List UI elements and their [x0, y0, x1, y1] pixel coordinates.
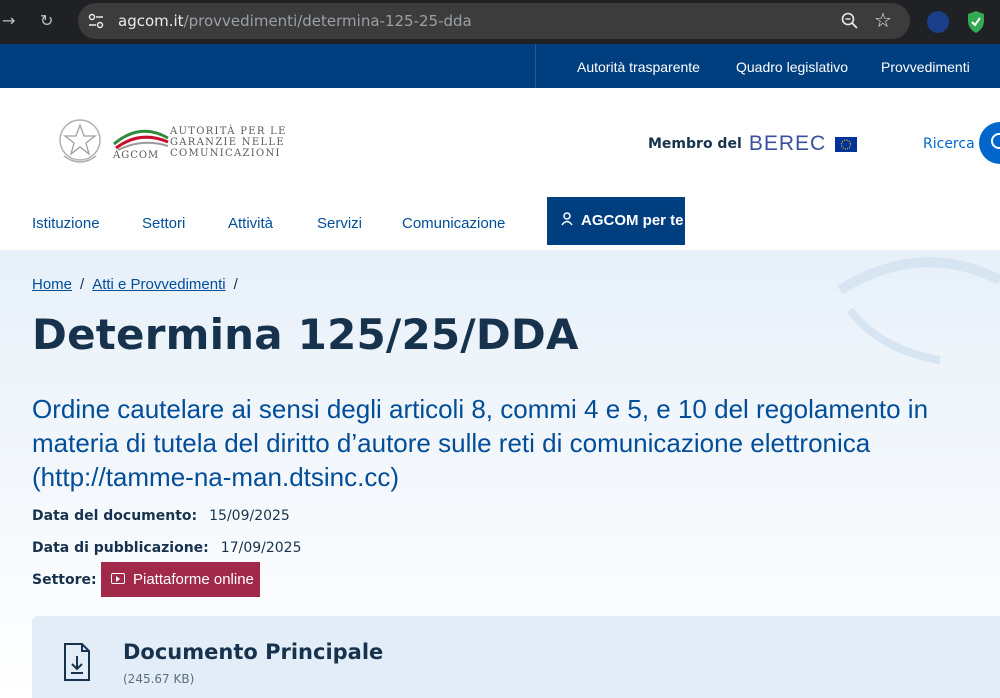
url-path: /provvedimenti/determina-125-25-dda	[183, 12, 472, 30]
page-subtitle: Ordine cautelare ai sensi degli articoli…	[32, 394, 929, 492]
url-host: agcom.it	[118, 12, 184, 30]
agcom-per-te-label: AGCOM per te	[581, 212, 684, 229]
publication-date-value: 17/09/2025	[220, 540, 302, 556]
site-header: AUTORITÀ PER LE GARANZIE NELLE COMUNICAZ…	[0, 88, 1000, 192]
link-autorita-trasparente[interactable]: Autorità trasparente	[577, 59, 700, 75]
agcom-logo-text[interactable]: AUTORITÀ PER LE GARANZIE NELLE COMUNICAZ…	[170, 126, 287, 159]
document-title[interactable]: Documento Principale	[123, 640, 383, 664]
nav-item-attivita[interactable]: Attività	[228, 215, 273, 232]
logo-line-2: GARANZIE NELLE	[170, 137, 285, 148]
browser-toolbar: → ↻ agcom.it/provvedimenti/determina-125…	[0, 0, 1000, 44]
address-bar[interactable]: agcom.it/provvedimenti/determina-125-25-…	[78, 3, 910, 39]
link-quadro-legislativo[interactable]: Quadro legislativo	[736, 59, 848, 75]
url-text: agcom.it/provvedimenti/determina-125-25-…	[118, 12, 472, 30]
logo-line-3: COMUNICAZIONI	[170, 148, 281, 159]
document-size: (245.67 KB)	[123, 672, 195, 686]
page-title: Determina 125/25/DDA	[32, 310, 579, 359]
berec-membership[interactable]: Membro del BEREC	[648, 132, 858, 156]
main-document-card[interactable]: Documento Principale (245.67 KB)	[32, 616, 1000, 698]
video-play-icon	[111, 573, 125, 584]
shield-extension-icon[interactable]	[966, 10, 986, 34]
nav-item-comunicazione[interactable]: Comunicazione	[402, 215, 505, 232]
breadcrumb: Home / Atti e Provvedimenti /	[32, 276, 246, 293]
eu-extension-icon[interactable]	[927, 11, 949, 33]
italian-republic-emblem-icon	[59, 119, 101, 163]
breadcrumb-separator: /	[233, 276, 238, 293]
agcom-per-te-button[interactable]: AGCOM per te	[547, 197, 685, 245]
document-download-icon[interactable]	[62, 642, 92, 682]
document-date-value: 15/09/2025	[209, 508, 290, 524]
link-provvedimenti[interactable]: Provvedimenti	[881, 59, 970, 75]
sector-badge-label: Piattaforme online	[133, 571, 254, 588]
eu-flag-icon	[835, 136, 858, 152]
search-button[interactable]	[979, 122, 1000, 164]
nav-item-istituzione[interactable]: Istituzione	[32, 215, 100, 232]
reload-icon[interactable]: ↻	[40, 11, 53, 30]
berec-logo: BEREC	[748, 132, 827, 155]
person-icon	[561, 212, 573, 226]
decorative-swoosh	[837, 257, 1000, 364]
topbar-divider	[535, 44, 536, 88]
sector-badge[interactable]: Piattaforme online	[101, 562, 260, 597]
breadcrumb-home[interactable]: Home	[32, 276, 72, 293]
document-date-label: Data del documento:	[32, 508, 198, 524]
berec-label: Membro del	[648, 136, 742, 152]
bookmark-star-icon[interactable]: ☆	[874, 8, 892, 32]
forward-arrow-icon[interactable]: →	[2, 11, 15, 30]
document-date: Data del documento: 15/09/2025	[32, 508, 290, 524]
logo-line-1: AUTORITÀ PER LE	[170, 126, 287, 137]
zoom-icon[interactable]	[840, 11, 860, 31]
publication-date-label: Data di pubblicazione:	[32, 540, 209, 556]
sector-label: Settore:	[32, 572, 97, 588]
search-label[interactable]: Ricerca	[923, 136, 975, 152]
nav-item-servizi[interactable]: Servizi	[317, 215, 362, 232]
main-navigation: Istituzione Settori Attività Servizi Com…	[0, 192, 1000, 250]
breadcrumb-atti-provvedimenti[interactable]: Atti e Provvedimenti	[92, 276, 225, 293]
publication-date: Data di pubblicazione: 17/09/2025	[32, 540, 301, 556]
search-icon	[991, 133, 1000, 149]
nav-item-settori[interactable]: Settori	[142, 215, 185, 232]
top-utility-bar: Autorità trasparente Quadro legislativo …	[0, 44, 1000, 88]
logo-acronym: AGCOM	[113, 150, 160, 161]
breadcrumb-separator: /	[80, 276, 85, 293]
site-settings-icon[interactable]	[86, 11, 106, 31]
